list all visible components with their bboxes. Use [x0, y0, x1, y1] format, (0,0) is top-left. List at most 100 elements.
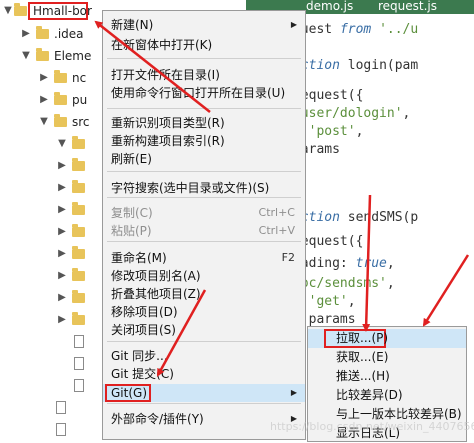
- menu-item-label: 重新构建项目索引(R): [111, 134, 225, 148]
- menu-item-rename[interactable]: 重命名(M) F2: [103, 249, 305, 267]
- folder-icon: [54, 70, 67, 83]
- tree-item-label: nc: [72, 71, 87, 85]
- code-token: login(pam: [347, 58, 419, 73]
- menu-item-git[interactable]: Git(G) ▶: [103, 384, 305, 402]
- root-project-label: Hmall-bor: [33, 4, 92, 18]
- chevron-down-icon[interactable]: ▼: [2, 0, 14, 22]
- menu-item-git-sync[interactable]: Git 同步...: [103, 347, 305, 365]
- menu-item-char-search[interactable]: 字符搜索(选中目录或文件)(S): [103, 179, 305, 197]
- folder-icon: [36, 26, 49, 39]
- tree-row[interactable]: ▶: [0, 309, 100, 331]
- tree-row[interactable]: [0, 419, 100, 441]
- menu-item-label: 使用命令行窗口打开所在目录(U): [111, 86, 286, 100]
- tree-row-src[interactable]: ▼ src: [0, 111, 110, 133]
- code-token: ,: [386, 256, 395, 271]
- git-submenu-item-label: 拉取...(P): [336, 331, 389, 345]
- tree-row[interactable]: ▼: [0, 133, 100, 155]
- menu-item-label: 复制(C): [111, 206, 153, 220]
- folder-icon: [72, 158, 85, 171]
- tree-item-label: src: [72, 115, 90, 129]
- chevron-right-icon[interactable]: ▶: [56, 287, 68, 309]
- submenu-arrow-icon: ▶: [290, 388, 297, 397]
- menu-item-refresh[interactable]: 刷新(E): [103, 150, 305, 168]
- file-icon: [56, 423, 66, 436]
- tree-row[interactable]: ▶: [0, 221, 100, 243]
- menu-item-open-terminal[interactable]: 使用命令行窗口打开所在目录(U): [103, 84, 305, 102]
- file-icon: [74, 335, 84, 348]
- menu-separator: [107, 241, 301, 242]
- tree-row-eleme[interactable]: ▼ Eleme: [0, 45, 110, 67]
- watermark: https://blog.csdn.net/weixin_44076566: [270, 420, 474, 433]
- code-token: ,: [355, 124, 364, 139]
- menu-item-reidentify-type[interactable]: 重新识别项目类型(R): [103, 114, 305, 132]
- tree-row[interactable]: [0, 353, 100, 375]
- menu-item-new[interactable]: 新建(N) ▶: [103, 16, 305, 34]
- menu-separator: [107, 341, 301, 342]
- menu-item-label: 新建(N): [111, 18, 154, 32]
- code-token: 'post': [308, 124, 356, 139]
- code-token: '../u: [379, 22, 419, 37]
- menu-separator: [107, 108, 301, 109]
- chevron-right-icon[interactable]: ▶: [38, 89, 50, 111]
- tree-row[interactable]: ▶: [0, 265, 100, 287]
- chevron-right-icon[interactable]: ▶: [56, 221, 68, 243]
- menu-item-label: 重新识别项目类型(R): [111, 116, 225, 130]
- menu-item-alias[interactable]: 修改项目别名(A): [103, 267, 305, 285]
- menu-item-label: Git(G): [111, 386, 147, 400]
- menu-item-label: 外部命令/插件(Y): [111, 412, 204, 426]
- code-token: ,: [402, 106, 411, 121]
- git-submenu-item-push[interactable]: 推送...(H): [308, 367, 466, 386]
- menu-item-rebuild-index[interactable]: 重新构建项目索引(R): [103, 132, 305, 150]
- tree-row[interactable]: ▶: [0, 155, 100, 177]
- tab-demo-js[interactable]: demo.js: [306, 0, 353, 14]
- chevron-right-icon[interactable]: ▶: [38, 67, 50, 89]
- folder-icon: [72, 312, 85, 325]
- menu-item-paste[interactable]: 粘贴(P) Ctrl+V: [103, 222, 305, 240]
- tree-row[interactable]: [0, 397, 100, 419]
- chevron-down-icon[interactable]: ▼: [20, 45, 32, 67]
- menu-item-open-new-window[interactable]: 在新窗体中打开(K): [103, 36, 305, 54]
- tree-row[interactable]: ▶: [0, 177, 100, 199]
- menu-item-open-folder[interactable]: 打开文件所在目录(I): [103, 66, 305, 84]
- menu-item-close-project[interactable]: 关闭项目(S): [103, 321, 305, 339]
- menu-item-copy[interactable]: 复制(C) Ctrl+C: [103, 204, 305, 222]
- git-submenu-item-fetch[interactable]: 获取...(E): [308, 348, 466, 367]
- folder-icon: [54, 92, 67, 105]
- tree-row-pu[interactable]: ▶ pu: [0, 89, 110, 111]
- menu-item-collapse-others[interactable]: 折叠其他项目(Z): [103, 285, 305, 303]
- menu-item-label: 打开文件所在目录(I): [111, 68, 220, 82]
- menu-item-remove-project[interactable]: 移除项目(D): [103, 303, 305, 321]
- git-submenu-item-pull[interactable]: 拉取...(P): [308, 329, 466, 348]
- chevron-right-icon[interactable]: ▶: [56, 177, 68, 199]
- menu-item-label: 重命名(M): [111, 251, 167, 265]
- tree-row[interactable]: [0, 331, 100, 353]
- chevron-right-icon[interactable]: ▶: [56, 309, 68, 331]
- tree-row[interactable]: [0, 375, 100, 397]
- chevron-down-icon[interactable]: ▼: [56, 133, 68, 155]
- file-icon: [74, 357, 84, 370]
- menu-item-shortcut: Ctrl+C: [258, 206, 295, 219]
- git-submenu-item-label: 比较差异(D): [336, 388, 403, 402]
- tab-request-js[interactable]: request.js: [378, 0, 437, 14]
- tree-row-nc[interactable]: ▶ nc: [0, 67, 110, 89]
- tree-row[interactable]: ▶: [0, 199, 100, 221]
- folder-icon: [72, 224, 85, 237]
- menu-item-label: 折叠其他项目(Z): [111, 287, 201, 301]
- chevron-right-icon[interactable]: ▶: [56, 243, 68, 265]
- tree-row[interactable]: ▶: [0, 287, 100, 309]
- chevron-right-icon[interactable]: ▶: [56, 155, 68, 177]
- tree-row-idea[interactable]: ▶ .idea: [0, 23, 110, 45]
- chevron-right-icon[interactable]: ▶: [56, 199, 68, 221]
- menu-item-git-commit[interactable]: Git 提交(C): [103, 365, 305, 383]
- chevron-right-icon[interactable]: ▶: [56, 265, 68, 287]
- chevron-down-icon[interactable]: ▼: [38, 111, 50, 133]
- menu-item-label: Git 同步...: [111, 349, 168, 363]
- tree-row[interactable]: ▶: [0, 243, 100, 265]
- code-token: true: [355, 256, 387, 271]
- folder-icon: [36, 48, 49, 61]
- root-project-highlight: Hmall-bor: [28, 2, 92, 20]
- code-token: ,: [386, 276, 395, 291]
- git-submenu-item-compare-diff[interactable]: 比较差异(D): [308, 386, 466, 405]
- chevron-right-icon[interactable]: ▶: [20, 23, 32, 45]
- tree-item-label: pu: [72, 93, 88, 107]
